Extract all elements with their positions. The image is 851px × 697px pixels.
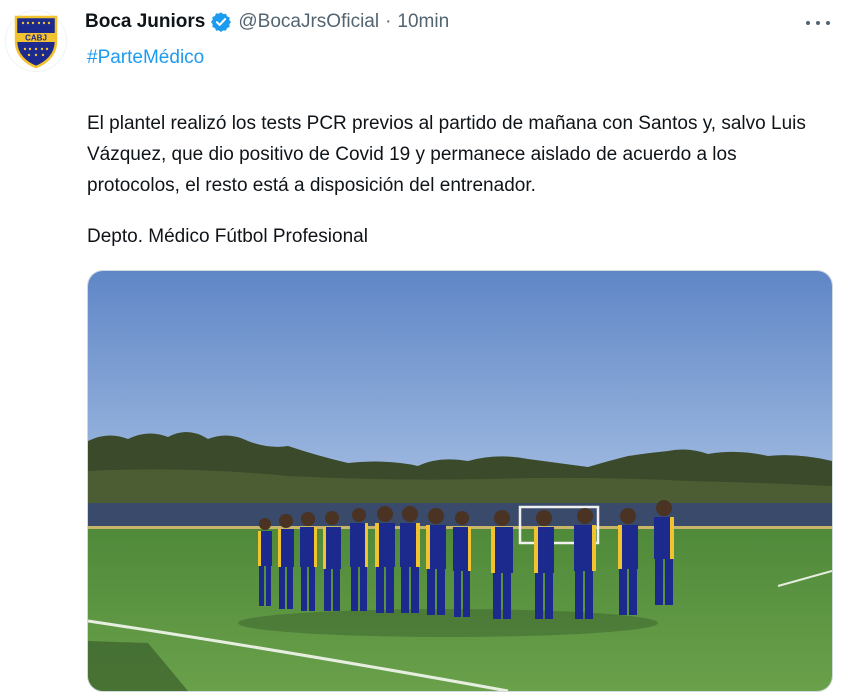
boca-crest-icon: CABJ bbox=[14, 15, 58, 69]
tweet-signature: Depto. Médico Fútbol Profesional bbox=[87, 226, 368, 247]
timestamp[interactable]: 10min bbox=[397, 11, 449, 33]
display-name[interactable]: Boca Juniors bbox=[85, 11, 205, 33]
tweet: CABJ Boca Juniors @BocaJrsOficial · 10mi… bbox=[0, 0, 851, 697]
team-training-photo bbox=[88, 271, 832, 691]
more-dot bbox=[806, 21, 810, 25]
verified-badge-icon bbox=[210, 11, 232, 33]
more-dot bbox=[826, 21, 830, 25]
tweet-header: Boca Juniors @BocaJrsOficial · 10min bbox=[85, 11, 449, 33]
tweet-photo[interactable] bbox=[87, 270, 833, 692]
handle[interactable]: @BocaJrsOficial bbox=[238, 11, 379, 33]
avatar-crest-text: CABJ bbox=[25, 34, 47, 43]
separator-dot: · bbox=[385, 11, 392, 32]
more-horizontal-icon[interactable] bbox=[806, 16, 830, 30]
tweet-body: El plantel realizó los tests PCR previos… bbox=[87, 108, 827, 201]
avatar[interactable]: CABJ bbox=[5, 10, 67, 72]
more-dot bbox=[816, 21, 820, 25]
hashtag-link[interactable]: #ParteMédico bbox=[87, 47, 204, 69]
tweet-body-text: El plantel realizó los tests PCR previos… bbox=[87, 113, 806, 196]
